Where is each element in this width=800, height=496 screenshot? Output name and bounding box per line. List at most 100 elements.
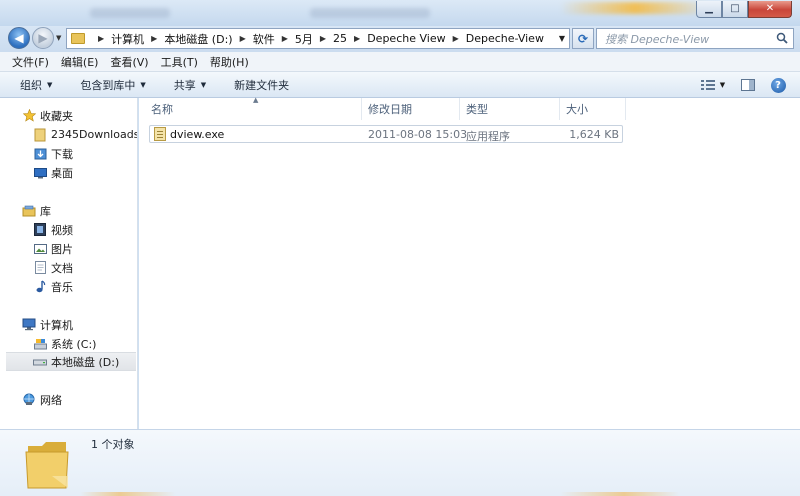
- maximize-button[interactable]: □: [722, 1, 748, 18]
- breadcrumb-separator-icon[interactable]: ▶: [320, 34, 326, 43]
- share-button[interactable]: 共享 ▼: [174, 77, 206, 93]
- documents-icon: [33, 261, 47, 275]
- breadcrumb: ▶ 计算机 ▶ 本地磁盘 (D:) ▶ 软件 ▶ 5月 ▶ 25 ▶ Depec…: [91, 31, 544, 47]
- nav-network-label: 网络: [40, 393, 62, 407]
- search-placeholder: 搜索 Depeche-View: [605, 32, 710, 46]
- status-item-count: 1 个对象: [91, 438, 135, 451]
- column-header-label: 修改日期: [368, 103, 412, 116]
- breadcrumb-separator-icon[interactable]: ▶: [453, 34, 459, 43]
- organize-button[interactable]: 组织 ▼: [20, 77, 52, 93]
- breadcrumb-may[interactable]: 5月: [295, 31, 313, 47]
- folder-icon: [33, 128, 47, 142]
- recent-pages-dropdown[interactable]: ▼: [56, 34, 61, 42]
- forward-button[interactable]: ▶: [32, 27, 54, 49]
- breadcrumb-software[interactable]: 软件: [253, 31, 275, 47]
- column-header-modified[interactable]: 修改日期: [362, 98, 460, 120]
- nav-item-drive-c[interactable]: 系统 (C:): [0, 334, 137, 353]
- nav-computer-label: 计算机: [40, 318, 73, 332]
- menu-help[interactable]: 帮助(H): [210, 54, 249, 70]
- breadcrumb-separator-icon[interactable]: ▶: [282, 34, 288, 43]
- breadcrumb-computer[interactable]: 计算机: [111, 31, 144, 47]
- nav-item-desktop[interactable]: 桌面: [0, 163, 137, 182]
- menu-tools[interactable]: 工具(T): [161, 54, 198, 70]
- preview-pane-button[interactable]: [738, 76, 758, 94]
- downloads-folder-icon: [33, 147, 47, 161]
- back-arrow-icon: ◀: [14, 31, 24, 45]
- breadcrumb-depeche-view[interactable]: Depeche View: [367, 32, 445, 45]
- star-icon: [22, 109, 36, 123]
- close-button[interactable]: ✕: [748, 1, 792, 18]
- nav-item-label: 视频: [51, 223, 73, 237]
- music-icon: [33, 280, 47, 294]
- preview-pane-icon: [741, 79, 755, 91]
- library-icon: [22, 204, 36, 218]
- refresh-icon: ⟳: [577, 31, 589, 46]
- title-accent: [560, 2, 710, 14]
- file-list: ▲ 名称 修改日期 类型 大小 dview.exe 2011-08-08 15:…: [139, 96, 800, 429]
- nav-item-label: 2345Downloads: [51, 128, 138, 141]
- breadcrumb-25[interactable]: 25: [333, 32, 347, 45]
- change-view-button[interactable]: ▼: [698, 76, 728, 94]
- menu-file[interactable]: 文件(F): [12, 54, 49, 70]
- nav-item-drive-d[interactable]: 本地磁盘 (D:): [6, 352, 136, 371]
- network-icon: [22, 393, 36, 407]
- nav-item-label: 音乐: [51, 280, 73, 294]
- address-bar[interactable]: ▶ 计算机 ▶ 本地磁盘 (D:) ▶ 软件 ▶ 5月 ▶ 25 ▶ Depec…: [66, 28, 570, 49]
- nav-item-downloads[interactable]: 下载: [0, 144, 137, 163]
- column-header-label: 类型: [466, 103, 488, 116]
- refresh-button[interactable]: ⟳: [572, 28, 594, 49]
- breadcrumb-drive-d[interactable]: 本地磁盘 (D:): [164, 31, 232, 47]
- address-dropdown-icon[interactable]: ▼: [559, 34, 565, 43]
- nav-item-pictures[interactable]: 图片: [0, 239, 137, 258]
- file-name[interactable]: dview.exe: [170, 128, 224, 141]
- breadcrumb-separator-icon[interactable]: ▶: [98, 34, 104, 43]
- nav-network[interactable]: 网络: [0, 390, 137, 409]
- nav-favorites[interactable]: 收藏夹: [0, 106, 137, 125]
- nav-libraries-label: 库: [40, 204, 51, 218]
- folder-icon: [71, 33, 85, 44]
- menu-view[interactable]: 查看(V): [110, 54, 148, 70]
- chevron-down-icon: ▼: [200, 80, 207, 89]
- breadcrumb-separator-icon[interactable]: ▶: [240, 34, 246, 43]
- title-blur: [90, 8, 170, 18]
- file-size: 1,624 KB: [569, 128, 619, 141]
- folder-icon: [25, 442, 69, 489]
- nav-item-documents[interactable]: 文档: [0, 258, 137, 277]
- search-icon[interactable]: [776, 32, 788, 44]
- new-folder-button[interactable]: 新建文件夹: [234, 77, 289, 93]
- column-header-name[interactable]: 名称: [145, 98, 362, 120]
- table-row[interactable]: dview.exe 2011-08-08 15:03 应用程序 1,624 KB: [149, 125, 623, 143]
- forward-arrow-icon: ▶: [38, 31, 48, 45]
- bottom-accent: [0, 492, 800, 496]
- column-header-type[interactable]: 类型: [460, 98, 560, 120]
- chevron-down-icon: ▼: [47, 80, 53, 89]
- chevron-down-icon: ▼: [140, 80, 146, 89]
- nav-item-videos[interactable]: 视频: [0, 220, 137, 239]
- computer-icon: [22, 318, 36, 332]
- view-controls: ▼ ?: [688, 76, 788, 94]
- help-icon: ?: [770, 77, 786, 93]
- include-in-library-button[interactable]: 包含到库中 ▼: [80, 77, 145, 93]
- breadcrumb-separator-icon[interactable]: ▶: [354, 34, 360, 43]
- system-drive-icon: [33, 337, 47, 351]
- column-header-size[interactable]: 大小: [560, 98, 626, 120]
- navigation-pane: 收藏夹 2345Downloads 下载 桌面 库 视频 图片 文档 音乐 计算…: [0, 98, 138, 429]
- include-in-library-label: 包含到库中: [80, 78, 136, 92]
- search-input[interactable]: 搜索 Depeche-View: [596, 28, 794, 49]
- help-button[interactable]: ?: [768, 76, 788, 94]
- menu-edit[interactable]: 编辑(E): [61, 54, 99, 70]
- nav-computer[interactable]: 计算机: [0, 315, 137, 334]
- share-label: 共享: [173, 78, 196, 92]
- breadcrumb-separator-icon[interactable]: ▶: [151, 34, 157, 43]
- minimize-button[interactable]: ▁: [696, 1, 722, 18]
- file-modified: 2011-08-08 15:03: [368, 128, 468, 141]
- nav-item-music[interactable]: 音乐: [0, 277, 137, 296]
- breadcrumb-depeche-view-folder[interactable]: Depeche-View: [466, 32, 544, 45]
- nav-item-label: 文档: [51, 261, 73, 275]
- nav-item-2345downloads[interactable]: 2345Downloads: [0, 125, 137, 144]
- back-button[interactable]: ◀: [8, 27, 30, 49]
- drive-icon: [33, 355, 47, 369]
- new-folder-label: 新建文件夹: [234, 78, 290, 92]
- nav-libraries[interactable]: 库: [0, 201, 137, 220]
- desktop-icon: [33, 166, 47, 180]
